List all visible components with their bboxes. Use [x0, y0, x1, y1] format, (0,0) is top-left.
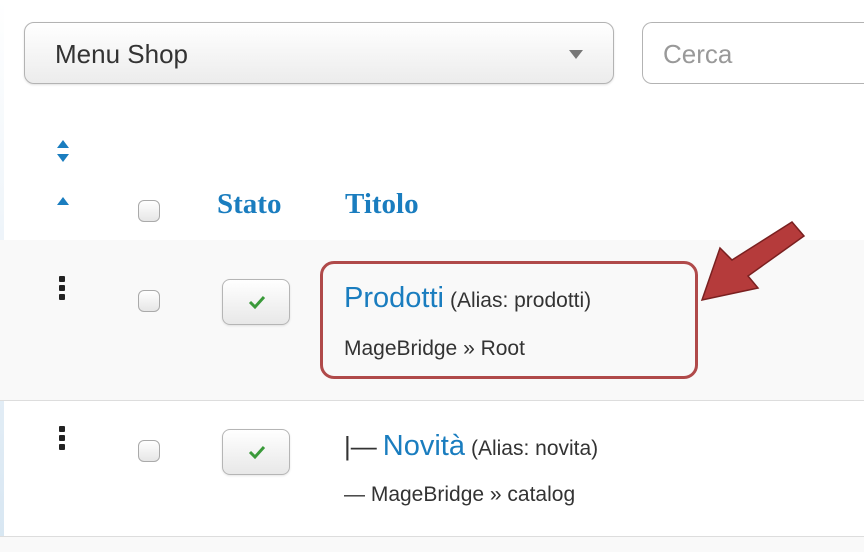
column-header-stato[interactable]: Stato — [217, 188, 281, 221]
table-row — [0, 537, 864, 552]
menu-select[interactable]: Menu Shop — [24, 22, 614, 84]
item-alias: (Alias: novita) — [470, 437, 599, 460]
checkmark-icon — [248, 295, 266, 310]
item-menu-type: — MageBridge » catalog — [344, 483, 576, 506]
row-title: |— Novità (Alias: novita) — [344, 430, 598, 463]
search-input[interactable]: Cerca — [642, 22, 864, 84]
sort-up-icon[interactable] — [56, 195, 70, 207]
highlight-box — [320, 261, 698, 379]
select-all-checkbox[interactable] — [138, 200, 160, 222]
chevron-down-icon — [569, 50, 583, 59]
search-placeholder: Cerca — [663, 39, 733, 69]
menu-select-value: Menu Shop — [55, 39, 188, 69]
column-header-titolo[interactable]: Titolo — [345, 188, 419, 221]
item-title-link[interactable]: Novità — [383, 430, 465, 462]
publish-toggle-button[interactable] — [222, 279, 290, 325]
row-divider — [0, 400, 864, 401]
drag-handle-icon[interactable] — [59, 426, 65, 453]
checkmark-icon — [248, 445, 266, 460]
row-checkbox[interactable] — [138, 440, 160, 462]
row-checkbox[interactable] — [138, 290, 160, 312]
annotation-arrow — [700, 221, 806, 302]
publish-toggle-button[interactable] — [222, 429, 290, 475]
drag-handle-icon[interactable] — [59, 276, 65, 303]
sort-both-icon[interactable] — [56, 138, 70, 164]
item-level-prefix: |— — [344, 431, 377, 461]
